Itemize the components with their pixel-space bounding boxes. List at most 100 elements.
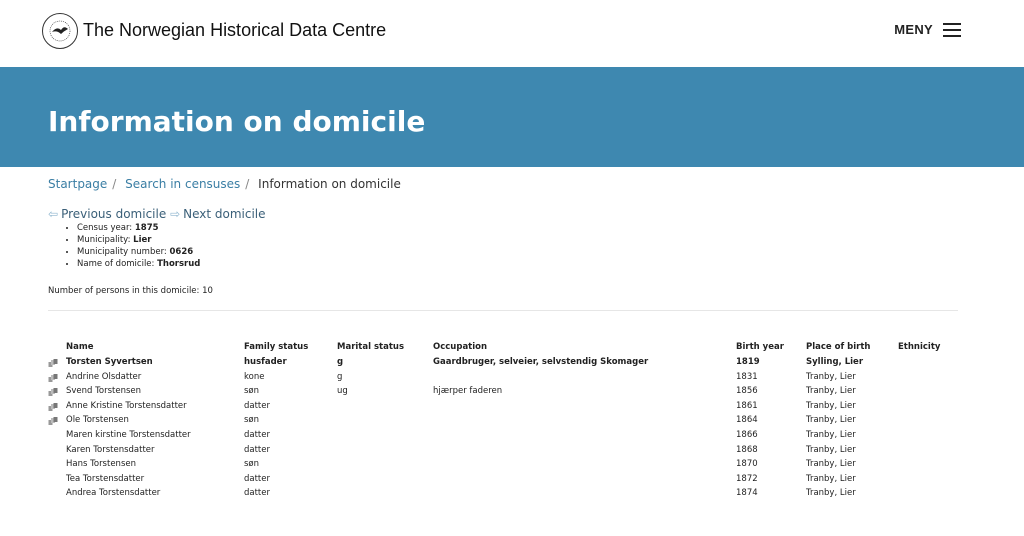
cell-place-of-birth: Tranby, Lier: [806, 415, 856, 426]
table-row: Tea Torstensdatter datter 1872 Tranby, Lier: [0, 474, 1024, 489]
cell-place-of-birth: Sylling, Lier: [806, 357, 864, 367]
cell-place-of-birth: Tranby, Lier: [806, 488, 856, 499]
municipality-number-item: Municipality number: 0626: [77, 246, 200, 258]
cell-family-status: søn: [244, 459, 260, 470]
header-name: Name: [66, 342, 94, 352]
header-birth-year: Birth year: [736, 342, 784, 352]
table-row: Svend Torstensen søn ug hjærper faderen 1856…: [0, 386, 1024, 401]
cell-name[interactable]: Andrea Torstensdatter: [66, 488, 160, 498]
municipality-label: Municipality:: [77, 235, 131, 245]
university-logo-icon[interactable]: [42, 13, 78, 49]
header-place-of-birth: Place of birth: [806, 342, 871, 352]
header-occupation: Occupation: [433, 342, 488, 352]
cell-birth-year: 1866: [736, 429, 758, 440]
cell-name[interactable]: Anne Kristine Torstensdatter: [66, 401, 187, 411]
census-year-item: Census year: 1875: [77, 222, 200, 234]
cell-birth-year: 1856: [736, 386, 758, 397]
cell-family-status: husfader: [244, 357, 287, 367]
table-row: Anne Kristine Torstensdatter datter 1861 Tr…: [0, 401, 1024, 416]
person-link-icon[interactable]: [48, 388, 58, 397]
cell-birth-year: 1868: [736, 444, 758, 455]
domicile-navigation: ⇦ Previous domicile ⇨ Next domicile: [48, 207, 266, 221]
cell-place-of-birth: Tranby, Lier: [806, 371, 856, 382]
table-row: Maren kirstine Torstensdatter datter 1866 T…: [0, 430, 1024, 445]
breadcrumb-search-censuses[interactable]: Search in censuses: [125, 177, 240, 191]
next-domicile-link[interactable]: Next domicile: [183, 207, 265, 221]
cell-marital-status: g: [337, 371, 343, 382]
cell-family-status: datter: [244, 400, 270, 411]
breadcrumb-startpage[interactable]: Startpage: [48, 177, 107, 191]
table-body: Torsten Syvertsen husfader g Gaardbruger, s…: [0, 357, 1024, 503]
previous-domicile-link[interactable]: Previous domicile: [61, 207, 166, 221]
header-ethnicity: Ethnicity: [898, 342, 941, 352]
top-bar: The Norwegian Historical Data Centre MEN…: [0, 0, 1024, 67]
census-year-label: Census year:: [77, 223, 133, 233]
domicile-name-label: Name of domicile:: [77, 259, 155, 269]
person-link-icon[interactable]: [48, 402, 58, 412]
cell-birth-year: 1861: [736, 400, 758, 411]
persons-count: Number of persons in this domicile: 10: [48, 286, 213, 296]
breadcrumb-current: Information on domicile: [258, 177, 401, 191]
page-banner: Information on domicile: [0, 67, 1024, 167]
table-row: Hans Torstensen søn 1870 Tranby, Lier: [0, 459, 1024, 474]
table-row: Andrine Olsdatter kone g 1831 Tranby, Lier: [0, 372, 1024, 387]
menu-label[interactable]: MENY: [894, 22, 933, 37]
cell-family-status: søn: [244, 415, 260, 426]
cell-marital-status: ug: [337, 386, 348, 397]
municipality-value: Lier: [133, 235, 152, 245]
persons-table: Name Family status Marital status Occupa…: [0, 342, 1024, 503]
census-year-value: 1875: [134, 223, 159, 233]
cell-family-status: datter: [244, 473, 270, 484]
divider: [48, 310, 958, 311]
menu-button[interactable]: MENY: [894, 22, 961, 37]
table-row: Andrea Torstensdatter datter 1874 Tranby, L…: [0, 488, 1024, 503]
cell-name[interactable]: Ole Torstensen: [66, 415, 129, 425]
page-title: Information on domicile: [48, 105, 426, 138]
cell-name[interactable]: Maren kirstine Torstensdatter: [66, 430, 191, 440]
site-title[interactable]: The Norwegian Historical Data Centre: [83, 20, 386, 41]
header-family-status: Family status: [244, 342, 309, 352]
cell-family-status: datter: [244, 488, 270, 499]
table-row: Ole Torstensen søn 1864 Tranby, Lier: [0, 415, 1024, 430]
person-link-icon[interactable]: [48, 417, 58, 426]
person-link-icon[interactable]: [48, 373, 58, 383]
cell-birth-year: 1819: [736, 357, 760, 367]
domicile-name-value: Thorsrud: [157, 259, 201, 269]
table-header: Name Family status Marital status Occupa…: [0, 342, 1024, 357]
cell-birth-year: 1874: [736, 488, 758, 499]
cell-place-of-birth: Tranby, Lier: [806, 400, 856, 411]
cell-family-status: datter: [244, 429, 270, 440]
cell-family-status: søn: [244, 386, 260, 397]
cell-name[interactable]: Svend Torstensen: [66, 386, 141, 396]
cell-marital-status: g: [337, 357, 344, 367]
cell-birth-year: 1831: [736, 371, 758, 382]
cell-name[interactable]: Karen Torstensdatter: [66, 445, 155, 455]
cell-occupation: Gaardbruger, selveier, selvstendig Skoma…: [433, 357, 649, 367]
cell-birth-year: 1870: [736, 459, 758, 470]
cell-family-status: datter: [244, 444, 270, 455]
person-link-icon[interactable]: [48, 359, 58, 368]
table-row: Karen Torstensdatter datter 1868 Tranby, Li…: [0, 445, 1024, 460]
cell-birth-year: 1864: [736, 415, 758, 426]
cell-family-status: kone: [244, 371, 265, 382]
cell-place-of-birth: Tranby, Lier: [806, 429, 856, 440]
cell-name[interactable]: Torsten Syvertsen: [66, 357, 153, 367]
cell-place-of-birth: Tranby, Lier: [806, 473, 856, 484]
municipality-item: Municipality: Lier: [77, 234, 200, 246]
cell-name[interactable]: Tea Torstensdatter: [66, 474, 144, 484]
municipality-number-label: Municipality number:: [77, 247, 167, 257]
cell-place-of-birth: Tranby, Lier: [806, 459, 856, 470]
breadcrumb: Startpage / Search in censuses / Informati…: [48, 177, 401, 191]
municipality-number-value: 0626: [169, 247, 194, 257]
cell-name[interactable]: Andrine Olsdatter: [66, 372, 141, 382]
cell-place-of-birth: Tranby, Lier: [806, 444, 856, 455]
table-row: Torsten Syvertsen husfader g Gaardbruger, s…: [0, 357, 1024, 372]
cell-occupation: hjærper faderen: [433, 386, 503, 397]
arrow-left-icon: ⇦: [48, 207, 59, 221]
cell-place-of-birth: Tranby, Lier: [806, 386, 856, 397]
hamburger-icon[interactable]: [943, 22, 961, 37]
header-marital-status: Marital status: [337, 342, 405, 352]
cell-name[interactable]: Hans Torstensen: [66, 459, 136, 469]
domicile-info-list: Census year: 1875 Municipality: Lier Mun…: [65, 222, 200, 270]
arrow-right-icon: ⇨: [170, 207, 181, 221]
